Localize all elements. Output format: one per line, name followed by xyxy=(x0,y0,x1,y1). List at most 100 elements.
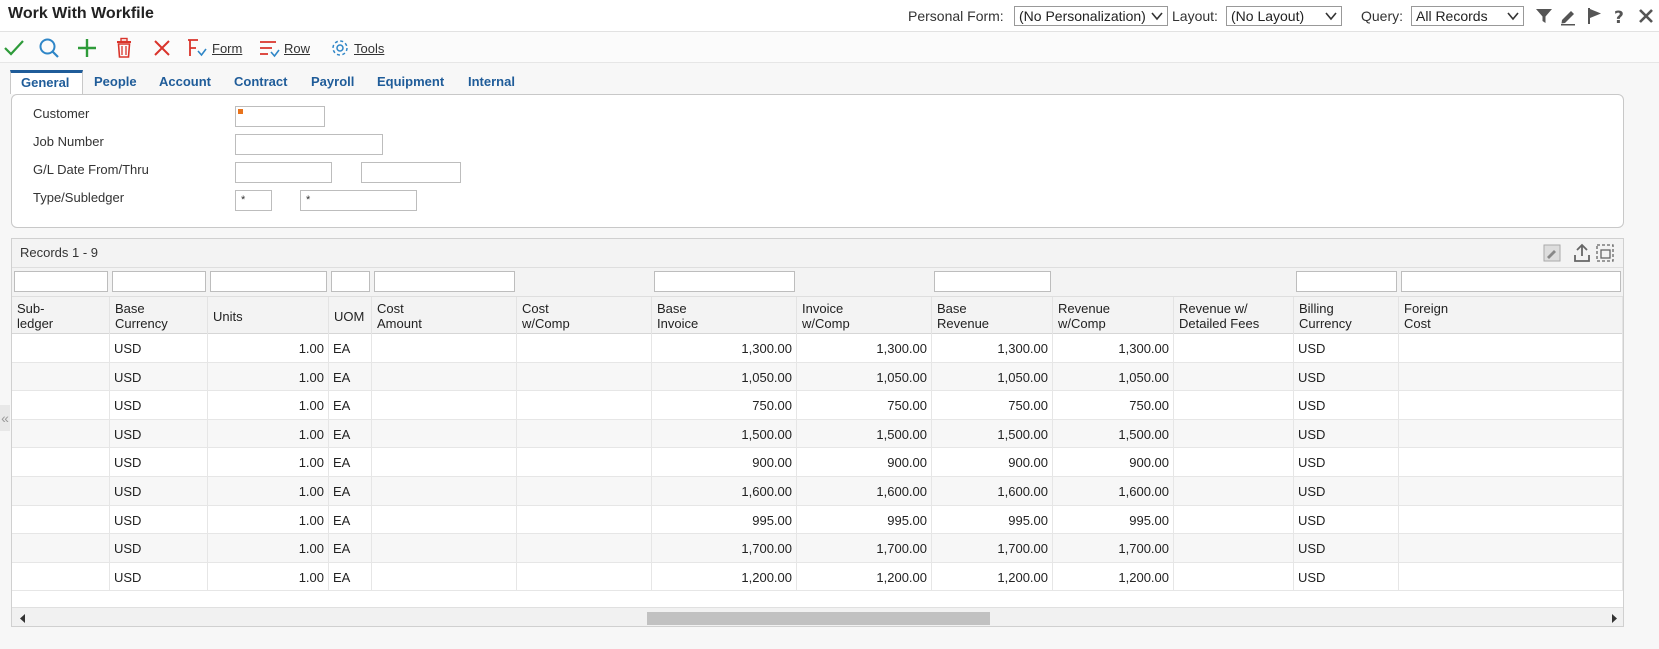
column-header-base-revenue[interactable]: Base Revenue xyxy=(932,297,1053,335)
column-header-base-currency[interactable]: Base Currency xyxy=(110,297,208,335)
scroll-left-icon[interactable] xyxy=(18,612,28,623)
personal-form-value: (No Personalization) xyxy=(1019,8,1146,24)
layout-value: (No Layout) xyxy=(1231,8,1305,24)
chevron-down-icon xyxy=(1507,9,1519,26)
filter-icon[interactable] xyxy=(1534,6,1554,26)
cell-subledger xyxy=(12,448,110,477)
column-header-foreign-cost[interactable]: Foreign Cost xyxy=(1399,297,1623,335)
cell-billing-currency: USD xyxy=(1294,477,1399,506)
table-row[interactable]: USD 1.00 EA 1,600.00 1,600.00 1,600.00 1,600.0… xyxy=(12,477,1623,506)
query-criteria-panel: Customer Job Number G/L Date From/Thru T… xyxy=(11,94,1624,228)
gl-date-from-input[interactable] xyxy=(235,162,332,183)
column-header-text: Revenue xyxy=(1058,301,1111,316)
column-header-invoice-w-comp[interactable]: Invoice w/Comp xyxy=(797,297,932,335)
tab-contract[interactable]: Contract xyxy=(234,70,287,94)
tab-people[interactable]: People xyxy=(94,70,137,94)
subledger-input[interactable]: * xyxy=(300,190,417,211)
cell-revenue-detailed-fees xyxy=(1174,448,1294,477)
cell-revenue-w-comp: 750.00 xyxy=(1053,391,1174,420)
help-icon[interactable]: ? xyxy=(1610,6,1630,28)
personal-form-select[interactable]: (No Personalization) xyxy=(1014,6,1168,26)
horizontal-scrollbar[interactable] xyxy=(12,607,1623,626)
cell-base-invoice: 1,200.00 xyxy=(652,562,797,592)
cell-cost-w-comp xyxy=(517,362,652,392)
table-row[interactable]: USD 1.00 EA 995.00 995.00 995.00 995.00 USD xyxy=(12,505,1623,535)
row-menu-button[interactable]: Row xyxy=(258,37,310,59)
customer-label: Customer xyxy=(33,106,90,121)
table-row[interactable]: USD 1.00 EA 900.00 900.00 900.00 900.00 USD xyxy=(12,448,1623,477)
find-button[interactable] xyxy=(38,37,60,59)
export-icon[interactable] xyxy=(1572,243,1592,263)
column-header-uom[interactable]: UOM xyxy=(329,297,372,335)
cell-base-revenue: 1,200.00 xyxy=(932,562,1053,592)
table-row[interactable]: USD 1.00 EA 1,500.00 1,500.00 1,500.00 1,500.0… xyxy=(12,419,1623,449)
table-row[interactable]: USD 1.00 EA 750.00 750.00 750.00 750.00 USD xyxy=(12,391,1623,420)
filter-foreign-cost-input[interactable] xyxy=(1401,271,1621,292)
column-header-revenue-detailed-fees[interactable]: Revenue w/Detailed Fees xyxy=(1174,297,1294,335)
scroll-right-icon[interactable] xyxy=(1609,612,1619,623)
add-button[interactable] xyxy=(76,37,98,59)
cell-revenue-detailed-fees xyxy=(1174,477,1294,506)
cell-cost-w-comp xyxy=(517,562,652,592)
cell-subledger xyxy=(12,419,110,449)
filter-subledger-input[interactable] xyxy=(14,271,108,292)
ok-button[interactable] xyxy=(3,37,25,59)
cell-units: 1.00 xyxy=(208,534,329,563)
tools-menu-button[interactable]: Tools xyxy=(330,37,384,59)
cell-units: 1.00 xyxy=(208,562,329,592)
close-icon[interactable] xyxy=(1636,6,1656,26)
filter-cost-amount-input[interactable] xyxy=(374,271,515,292)
gl-date-thru-input[interactable] xyxy=(361,162,461,183)
delete-button[interactable] xyxy=(114,37,134,59)
job-number-input[interactable] xyxy=(235,134,383,155)
layout-select[interactable]: (No Layout) xyxy=(1226,6,1342,26)
column-header-units[interactable]: Units xyxy=(208,297,329,335)
cell-subledger xyxy=(12,477,110,506)
tab-payroll[interactable]: Payroll xyxy=(311,70,354,94)
column-header-base-invoice[interactable]: Base Invoice xyxy=(652,297,797,335)
type-input[interactable]: * xyxy=(235,190,272,211)
cell-base-revenue: 750.00 xyxy=(932,391,1053,420)
flag-icon[interactable] xyxy=(1584,6,1604,26)
edit-icon[interactable] xyxy=(1558,6,1578,26)
filter-billing-currency-input[interactable] xyxy=(1296,271,1397,292)
table-row[interactable]: USD 1.00 EA 1,300.00 1,300.00 1,300.00 1,300.0… xyxy=(12,334,1623,363)
column-header-text: Sub- xyxy=(17,301,45,316)
cell-cost-w-comp xyxy=(517,534,652,563)
filter-uom-input[interactable] xyxy=(331,271,370,292)
cell-uom: EA xyxy=(329,505,372,535)
cell-base-currency: USD xyxy=(110,334,208,363)
filter-base-invoice-input[interactable] xyxy=(654,271,795,292)
column-header-cost-w-comp[interactable]: Cost w/Comp xyxy=(517,297,652,335)
cell-units: 1.00 xyxy=(208,334,329,363)
grid-edit-icon[interactable] xyxy=(1542,243,1562,263)
table-row[interactable]: USD 1.00 EA 1,050.00 1,050.00 1,050.00 1,050.0… xyxy=(12,362,1623,392)
filter-base-revenue-input[interactable] xyxy=(934,271,1051,292)
collapse-panel-icon[interactable]: « xyxy=(0,405,10,431)
column-header-text: UOM xyxy=(334,308,365,324)
filter-base-currency-input[interactable] xyxy=(112,271,206,292)
cell-base-revenue: 1,600.00 xyxy=(932,477,1053,506)
tab-general[interactable]: General xyxy=(10,70,83,94)
form-menu-button[interactable]: Form xyxy=(186,37,242,59)
cancel-button[interactable] xyxy=(151,37,173,59)
column-header-billing-currency[interactable]: Billing Currency xyxy=(1294,297,1399,335)
cell-uom: EA xyxy=(329,477,372,506)
cell-foreign-cost xyxy=(1399,534,1623,563)
column-header-text: Currency xyxy=(115,316,168,331)
table-row[interactable]: USD 1.00 EA 1,700.00 1,700.00 1,700.00 1,700.0… xyxy=(12,534,1623,563)
tab-equipment[interactable]: Equipment xyxy=(377,70,444,94)
scrollbar-thumb[interactable] xyxy=(647,612,990,625)
query-select[interactable]: All Records xyxy=(1411,6,1524,26)
cell-cost-amount xyxy=(372,477,517,506)
maximize-grid-icon[interactable] xyxy=(1595,243,1615,263)
column-header-revenue-w-comp[interactable]: Revenue w/Comp xyxy=(1053,297,1174,335)
table-row[interactable]: USD 1.00 EA 1,200.00 1,200.00 1,200.00 1,200.0… xyxy=(12,562,1623,592)
column-header-cost-amount[interactable]: Cost Amount xyxy=(372,297,517,335)
tab-internal[interactable]: Internal xyxy=(468,70,515,94)
column-header-subledger[interactable]: Sub-ledger xyxy=(12,297,110,335)
customer-input[interactable] xyxy=(235,106,325,127)
cell-invoice-w-comp: 1,050.00 xyxy=(797,362,932,392)
filter-units-input[interactable] xyxy=(210,271,327,292)
tab-account[interactable]: Account xyxy=(159,70,211,94)
